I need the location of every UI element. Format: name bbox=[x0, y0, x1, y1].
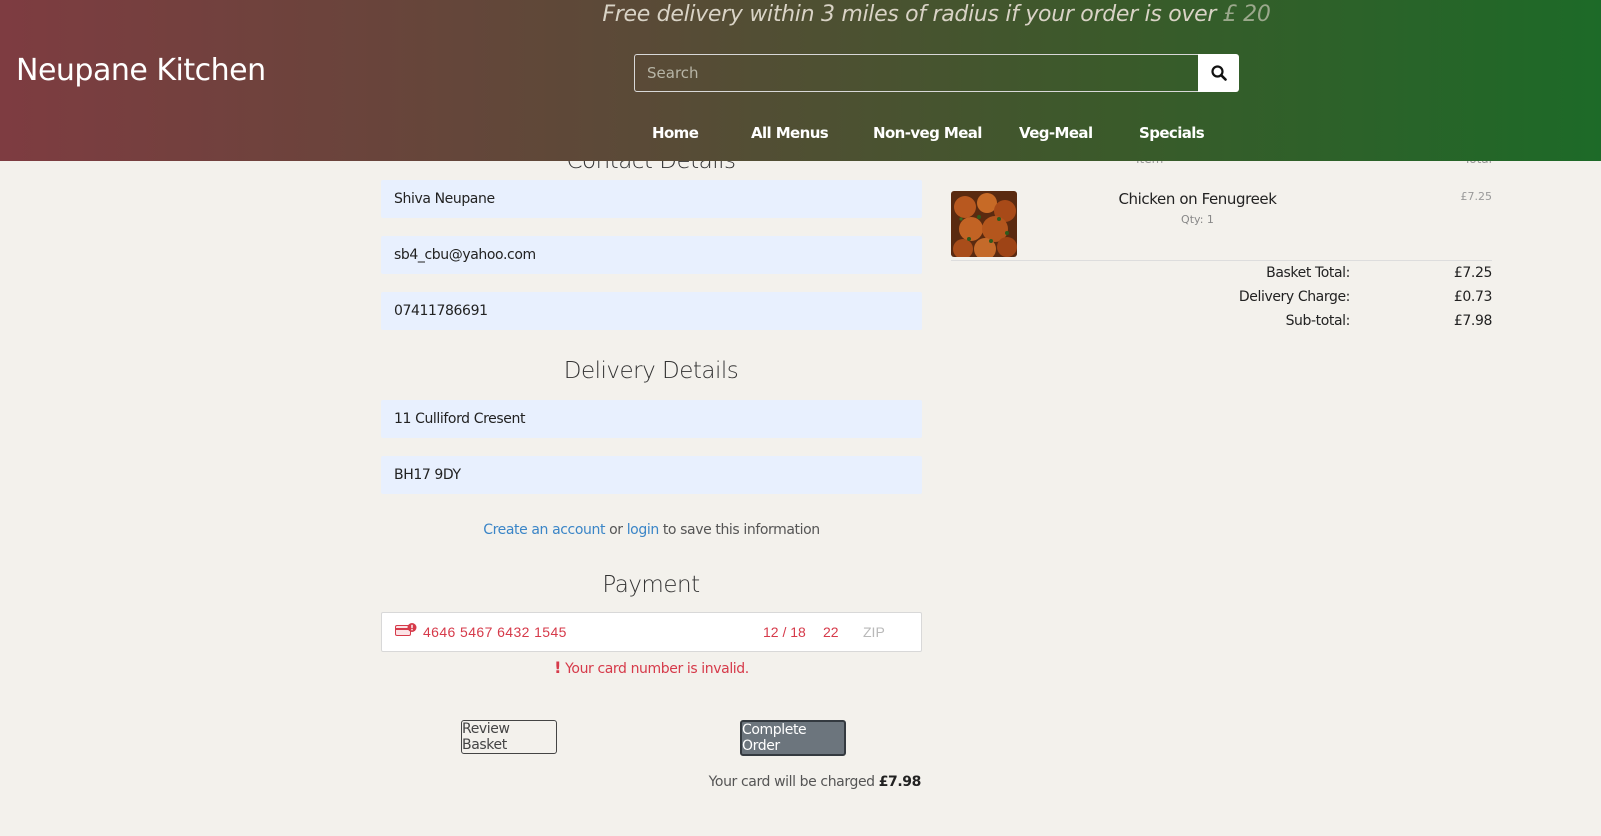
address-field[interactable]: 11 Culliford Cresent bbox=[381, 400, 922, 438]
nav-all-menus[interactable]: All Menus bbox=[751, 124, 829, 142]
search-button[interactable] bbox=[1198, 54, 1239, 92]
card-input[interactable]: 4646 5467 6432 1545 12 / 18 22 ZIP bbox=[381, 612, 922, 652]
brand-logo-text[interactable]: Neupane Kitchen bbox=[16, 53, 266, 88]
charge-note: Your card will be charged £7.98 bbox=[600, 774, 922, 790]
search-icon bbox=[1210, 65, 1227, 81]
promo-amount: £ 20 bbox=[1222, 2, 1271, 27]
charge-amount: £7.98 bbox=[878, 774, 922, 790]
subtotal-value: £7.98 bbox=[1453, 313, 1492, 329]
review-basket-button[interactable]: Review Basket bbox=[461, 720, 557, 754]
basket-item-name: Chicken on Fenugreek bbox=[1118, 190, 1277, 208]
phone-field[interactable]: 07411786691 bbox=[381, 292, 922, 330]
save-info-suffix: to save this information bbox=[658, 522, 820, 538]
delivery-details-title: Delivery Details bbox=[563, 358, 739, 384]
promo-text: Free delivery within 3 miles of radius i… bbox=[602, 2, 1217, 27]
nav-veg-meal[interactable]: Veg-Meal bbox=[1019, 124, 1093, 142]
save-info-or: or bbox=[605, 522, 627, 538]
summary-divider bbox=[951, 260, 1492, 261]
login-link[interactable]: login bbox=[627, 522, 660, 538]
item-image bbox=[951, 191, 1017, 257]
promo-banner: Free delivery within 3 miles of radius i… bbox=[0, 2, 1601, 27]
card-number-input[interactable]: 4646 5467 6432 1545 bbox=[423, 624, 567, 640]
nav-home[interactable]: Home bbox=[652, 124, 699, 142]
nav-specials[interactable]: Specials bbox=[1139, 124, 1205, 142]
basket-total-value: £7.25 bbox=[1453, 265, 1492, 281]
create-account-link[interactable]: Create an account bbox=[483, 522, 605, 538]
card-error-text: Your card number is invalid. bbox=[565, 661, 749, 677]
card-error-icon bbox=[395, 623, 417, 640]
charge-prefix: Your card will be charged bbox=[708, 774, 879, 790]
basket-item-price: £7.25 bbox=[1460, 190, 1493, 203]
complete-order-button[interactable]: Complete Order bbox=[740, 720, 846, 756]
nav-non-veg-meal[interactable]: Non-veg Meal bbox=[873, 124, 982, 142]
site-header: Free delivery within 3 miles of radius i… bbox=[0, 0, 1601, 161]
delivery-charge-value: £0.73 bbox=[1453, 289, 1492, 305]
postcode-field[interactable]: BH17 9DY bbox=[381, 456, 922, 494]
email-field[interactable]: sb4_cbu@yahoo.com bbox=[381, 236, 922, 274]
error-exclamation-icon: ! bbox=[554, 658, 562, 677]
card-expiry-input[interactable]: 12 / 18 bbox=[763, 624, 806, 640]
basket-item-qty: Qty: 1 bbox=[1181, 213, 1214, 226]
search-input[interactable] bbox=[634, 54, 1198, 92]
save-info-text: Create an account or login to save this … bbox=[381, 522, 922, 538]
payment-title: Payment bbox=[602, 572, 700, 598]
subtotal-label: Sub-total: bbox=[1285, 313, 1351, 329]
card-cvc-input[interactable]: 22 bbox=[823, 624, 839, 640]
delivery-charge-label: Delivery Charge: bbox=[1238, 289, 1351, 305]
card-error-message: ! Your card number is invalid. bbox=[381, 658, 922, 677]
basket-total-label: Basket Total: bbox=[1266, 265, 1350, 281]
search-bar bbox=[634, 54, 1239, 92]
card-zip-input[interactable]: ZIP bbox=[863, 624, 885, 640]
full-name-field[interactable]: Shiva Neupane bbox=[381, 180, 922, 218]
